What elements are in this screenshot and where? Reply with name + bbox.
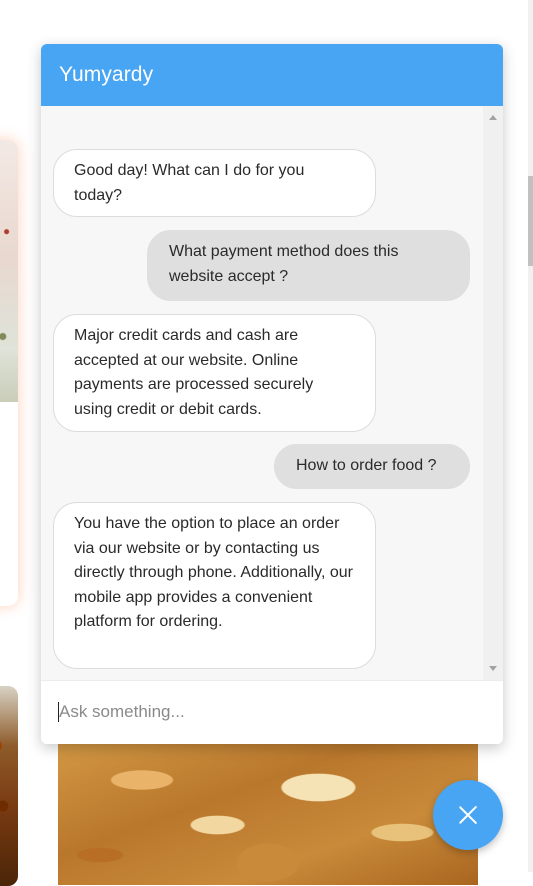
chat-window: Yumyardy Good day! What can I do for you… bbox=[41, 44, 503, 744]
chat-toggle-button[interactable] bbox=[433, 780, 503, 850]
chat-header: Yumyardy bbox=[41, 44, 503, 106]
page-scrollbar-thumb[interactable] bbox=[528, 176, 533, 266]
chat-title: Yumyardy bbox=[59, 63, 154, 86]
scroll-up-arrow-icon[interactable] bbox=[489, 115, 497, 120]
message-list: Good day! What can I do for you today? W… bbox=[41, 106, 483, 680]
text-caret bbox=[58, 702, 59, 722]
bot-message: You have the option to place an order vi… bbox=[53, 502, 376, 669]
bot-message: Major credit cards and cash are accepted… bbox=[53, 314, 376, 432]
bot-message: Good day! What can I do for you today? bbox=[53, 149, 376, 217]
chat-input-bar bbox=[41, 680, 503, 744]
chat-body[interactable]: Good day! What can I do for you today? W… bbox=[41, 106, 503, 680]
scroll-down-arrow-icon[interactable] bbox=[489, 666, 497, 671]
user-message: What payment method does this website ac… bbox=[147, 230, 470, 301]
close-icon bbox=[458, 805, 478, 825]
chat-message-input[interactable] bbox=[57, 695, 479, 729]
chat-scrollbar[interactable] bbox=[483, 106, 503, 680]
page-scrollbar[interactable] bbox=[528, 0, 533, 872]
background-food-image bbox=[0, 140, 18, 402]
background-product-card bbox=[0, 140, 18, 606]
user-message: How to order food ? bbox=[274, 444, 470, 489]
background-food-image-2 bbox=[0, 686, 18, 886]
background-food-image-main bbox=[58, 735, 478, 885]
